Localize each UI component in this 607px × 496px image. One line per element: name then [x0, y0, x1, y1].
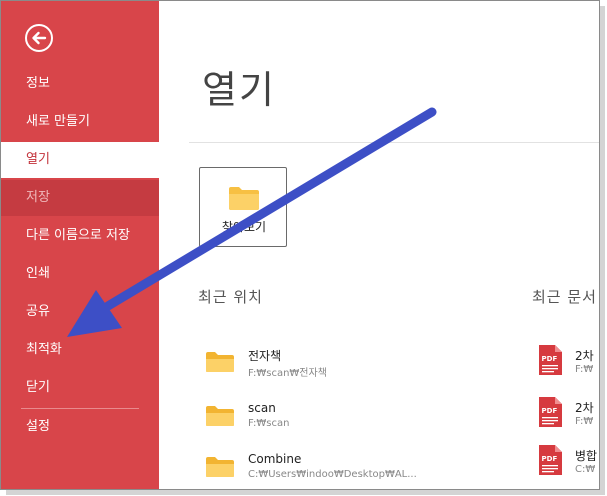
title-divider [189, 142, 599, 143]
folder-icon [206, 406, 234, 426]
menu-save[interactable]: 저장 [1, 180, 159, 216]
folder-icon [229, 187, 259, 210]
location-path: F:₩scan₩전자책 [248, 368, 327, 379]
location-name: 전자책 [248, 349, 282, 363]
pdf-file-icon: PDF [539, 397, 562, 427]
window-shadow-bottom [6, 490, 605, 495]
app-window: 정보 새로 만들기 열기 저장 다른 이름으로 저장 인쇄 공유 최적화 닫기 … [0, 0, 600, 490]
folder-icon [206, 457, 234, 477]
arrow-left-icon [32, 31, 47, 45]
doc-path: F:₩ [575, 364, 594, 375]
pdf-file-icon: PDF [539, 345, 562, 375]
location-path: F:₩scan [248, 418, 290, 429]
svg-text:PDF: PDF [542, 407, 558, 415]
doc-name: 2차 [575, 401, 594, 415]
browse-label: 찾아보기 [221, 220, 267, 234]
recent-doc-item[interactable]: PDF 2차 F:₩ [533, 394, 599, 434]
location-path: C:₩Users₩indoo₩Desktop₩AL... [248, 469, 417, 480]
pdf-file-icon: PDF [539, 445, 562, 475]
location-name: Combine [248, 452, 302, 466]
menu-info[interactable]: 정보 [1, 66, 159, 102]
svg-text:PDF: PDF [542, 455, 558, 463]
menu-new[interactable]: 새로 만들기 [1, 104, 159, 140]
doc-name: 병합 [575, 449, 598, 463]
back-button[interactable] [25, 24, 53, 52]
backstage-sidebar: 정보 새로 만들기 열기 저장 다른 이름으로 저장 인쇄 공유 최적화 닫기 … [1, 1, 159, 489]
recent-location-item[interactable]: scan F:₩scan [199, 396, 489, 436]
menu-share[interactable]: 공유 [1, 294, 159, 330]
menu-open[interactable]: 열기 [1, 142, 159, 178]
folder-icon [206, 352, 234, 372]
svg-text:PDF: PDF [542, 355, 558, 363]
menu-close[interactable]: 닫기 [1, 370, 159, 406]
doc-path: C:₩ [575, 464, 596, 475]
window-shadow-right [600, 6, 605, 494]
menu-optimize[interactable]: 최적화 [1, 332, 159, 368]
doc-name: 2차 [575, 349, 594, 363]
recent-docs-heading: 최근 문서 [532, 288, 597, 306]
recent-locations-heading: 최근 위치 [198, 288, 263, 306]
recent-location-item[interactable]: Combine C:₩Users₩indoo₩Desktop₩AL... [199, 447, 489, 487]
page-title: 열기 [202, 68, 276, 112]
recent-doc-item[interactable]: PDF 2차 F:₩ [533, 342, 599, 382]
browse-button[interactable]: 찾아보기 [199, 167, 287, 247]
menu-settings[interactable]: 설정 [1, 409, 159, 445]
location-name: scan [248, 401, 276, 415]
recent-location-item[interactable]: 전자책 F:₩scan₩전자책 [199, 342, 489, 382]
menu-save-as[interactable]: 다른 이름으로 저장 [1, 218, 159, 254]
menu-print[interactable]: 인쇄 [1, 256, 159, 292]
recent-doc-item[interactable]: PDF 병합 C:₩ [533, 442, 599, 482]
doc-path: F:₩ [575, 416, 594, 427]
